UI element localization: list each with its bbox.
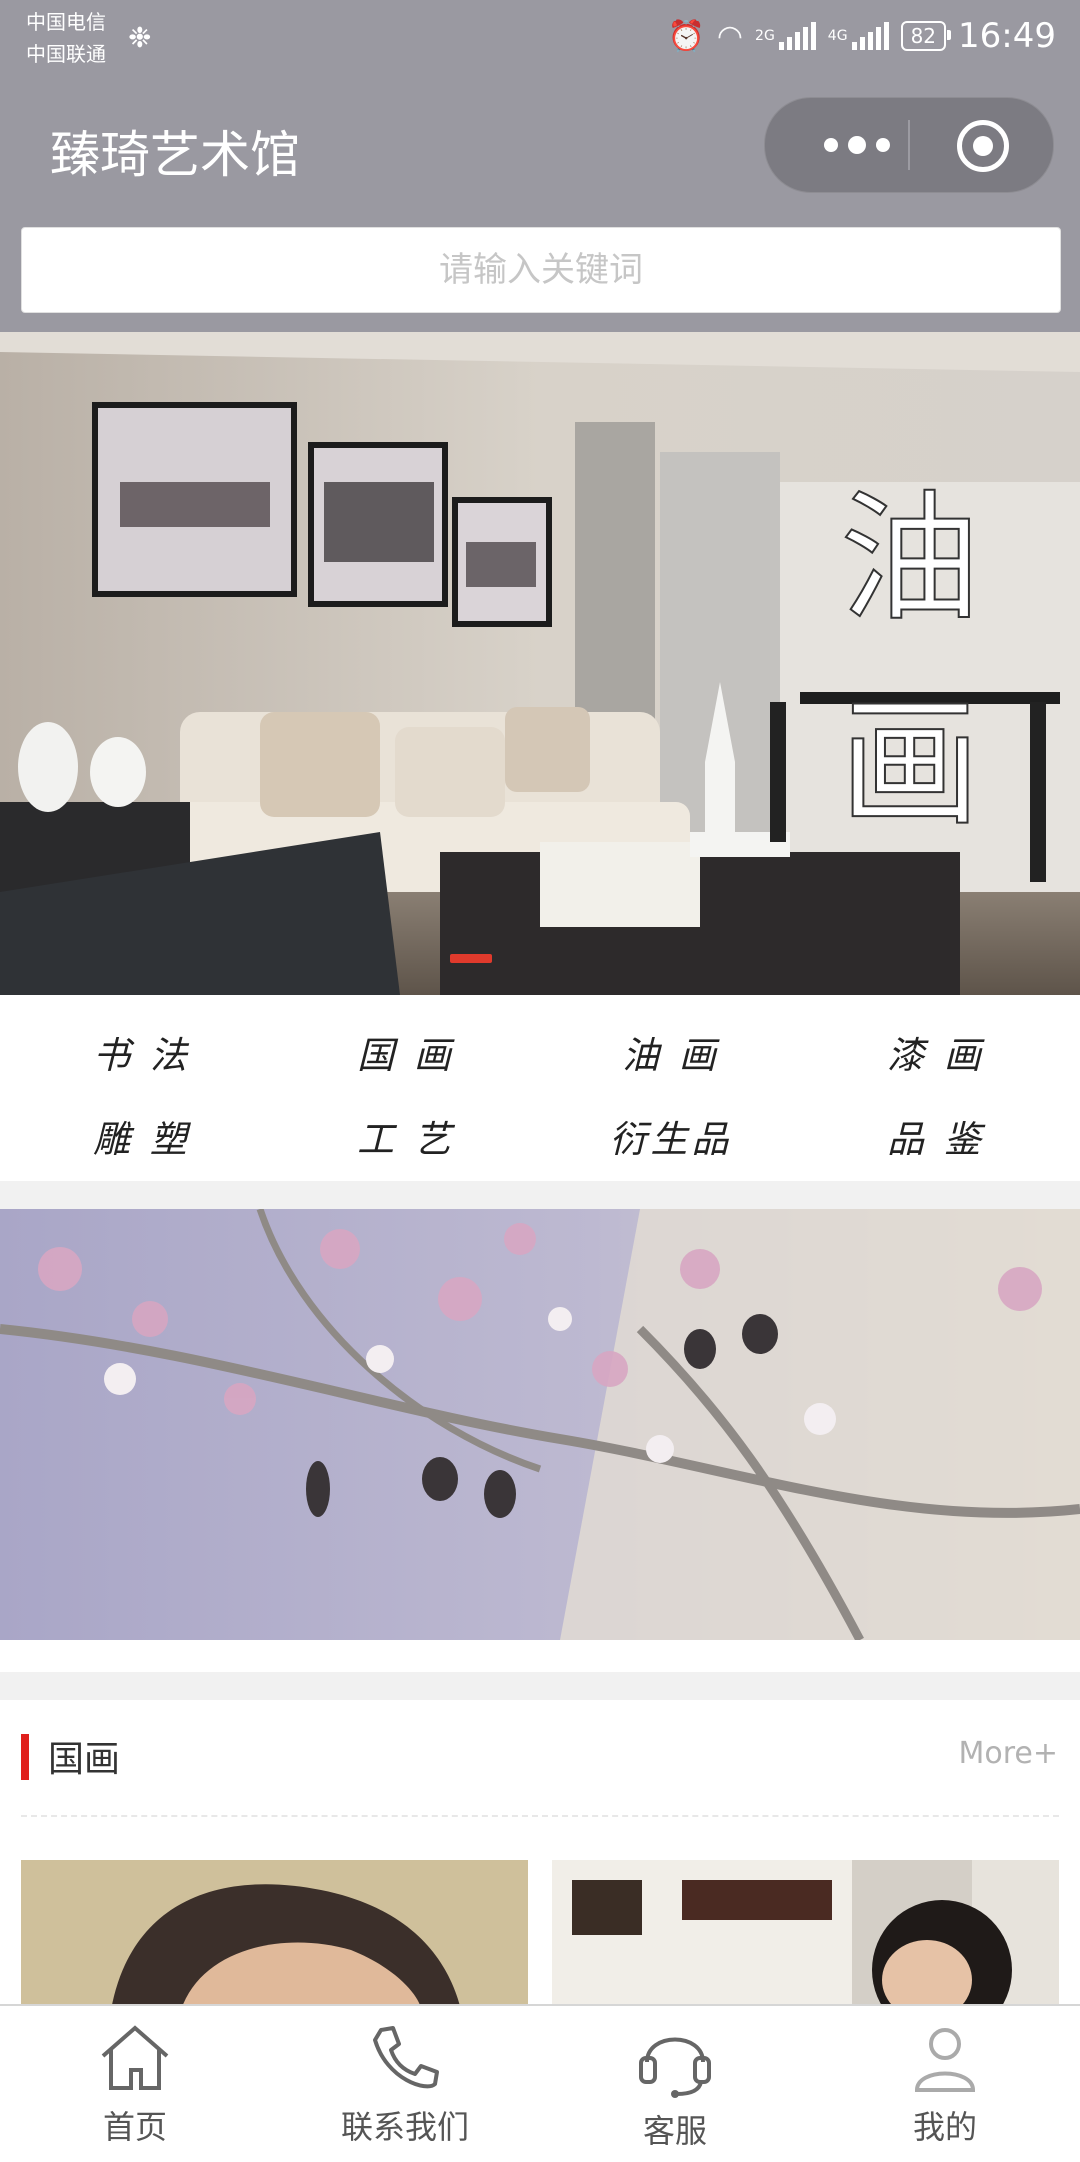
category-chinese-painting[interactable]: 国 画 [306, 1025, 506, 1079]
signal-icon-2 [851, 22, 889, 50]
home-icon [101, 2025, 169, 2090]
target-circle-icon[interactable] [957, 120, 1009, 172]
product-image [21, 1860, 528, 2010]
status-time: 16:49 [958, 16, 1056, 56]
page-title: 臻琦艺术馆 [50, 126, 300, 184]
network-2g-label: 2G [755, 28, 775, 44]
product-card[interactable] [21, 1860, 528, 2010]
carousel-indicator[interactable] [450, 954, 492, 963]
hero-overlay-char-1: 油 [840, 478, 980, 641]
battery-icon: 82 [900, 21, 952, 51]
promo-banner[interactable] [0, 1209, 1080, 1640]
wifi-icon: ◠ [716, 18, 744, 54]
network-4g-label: 4G [827, 28, 848, 44]
product-card[interactable] [552, 1860, 1059, 2010]
carrier-info: 中国电信 中国联通 ❉ [26, 6, 151, 70]
bird-flower-painting [0, 1209, 1080, 1640]
tab-profile[interactable]: 我的 [845, 2006, 1045, 2162]
category-oil-painting[interactable]: 油 画 [571, 1025, 771, 1079]
search-input[interactable]: 请输入关键词 [21, 227, 1061, 313]
tab-home-label: 首页 [102, 2108, 167, 2146]
carrier-2: 中国联通 [26, 42, 106, 66]
category-sculpture[interactable]: 雕 塑 [42, 1109, 242, 1163]
user-icon [914, 2028, 976, 2092]
tab-contact-label: 联系我们 [340, 2108, 469, 2146]
category-calligraphy[interactable]: 书 法 [42, 1025, 242, 1079]
signal-icon-1 [778, 22, 816, 50]
top-bar: 中国电信 中国联通 ❉ ⏰ ◠ 2G 4G 82 16:49 臻琦艺术馆 请输入… [0, 0, 1080, 332]
section-underline [21, 1815, 1059, 1817]
carrier-1: 中国电信 [26, 10, 106, 34]
tab-contact[interactable]: 联系我们 [305, 2006, 505, 2162]
bottom-tab-bar: 首页 联系我们 客服 我的 [0, 2004, 1080, 2162]
mini-program-capsule [764, 97, 1054, 193]
category-grid: 书 法 国 画 油 画 漆 画 雕 塑 工 艺 衍生品 品 鉴 [0, 995, 1080, 1181]
hero-banner[interactable]: 油 画 [0, 332, 1080, 995]
alarm-icon: ⏰ [667, 18, 705, 54]
hero-overlay-char-2: 画 [840, 683, 980, 846]
hero-image: 油 画 [0, 332, 1080, 995]
status-icons: ⏰ ◠ 2G 4G 82 16:49 [667, 12, 1056, 60]
category-lacquer-painting[interactable]: 漆 画 [836, 1025, 1036, 1079]
tab-profile-label: 我的 [912, 2108, 977, 2146]
phone-icon [373, 2026, 439, 2089]
category-craft[interactable]: 工 艺 [306, 1109, 506, 1163]
section-title: 国画 [48, 1739, 121, 1780]
more-dots-icon[interactable] [809, 98, 905, 192]
tab-service-label: 客服 [642, 2112, 707, 2150]
category-appreciation[interactable]: 品 鉴 [836, 1109, 1036, 1163]
category-derivatives[interactable]: 衍生品 [571, 1109, 771, 1163]
headset-icon [639, 2037, 711, 2098]
tab-service[interactable]: 客服 [575, 2006, 775, 2162]
notification-icon: ❉ [128, 21, 152, 54]
section-divider [0, 1181, 1080, 1209]
section-accent-bar [21, 1734, 29, 1780]
more-link[interactable]: More+ [958, 1736, 1058, 1771]
section-header: 国画 More+ [0, 1700, 1080, 1820]
section-spacer [0, 1640, 1080, 1700]
tab-home[interactable]: 首页 [35, 2006, 235, 2162]
capsule-divider [908, 120, 910, 170]
product-image [552, 1860, 1059, 2010]
